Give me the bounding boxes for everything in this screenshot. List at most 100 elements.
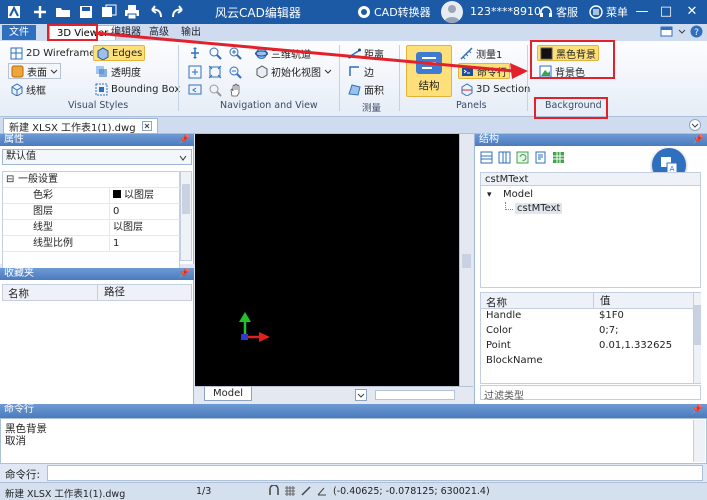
transparency-button[interactable]: 透明度 bbox=[93, 63, 143, 79]
command-input[interactable] bbox=[47, 465, 703, 481]
property-row[interactable]: 线型 以图层 bbox=[3, 220, 181, 236]
entity-prop-name: Point bbox=[486, 340, 511, 351]
menu-button[interactable]: 菜单 bbox=[589, 4, 628, 20]
filter-type-field[interactable]: 过滤类型 bbox=[480, 385, 701, 402]
surface-dropdown[interactable]: 表面 bbox=[8, 63, 61, 79]
selected-entity-field[interactable]: cstMText bbox=[480, 172, 701, 186]
maximize-icon[interactable]: □ bbox=[657, 3, 675, 21]
cad-converter-button[interactable]: CAD转换器 bbox=[357, 4, 431, 20]
collapse-icon[interactable]: ⊟ bbox=[6, 172, 14, 188]
viewport-vertical-scrollbar[interactable] bbox=[459, 134, 473, 386]
undo-icon[interactable] bbox=[148, 4, 164, 20]
document-tab[interactable]: 新建 XLSX 工作表1(1).dwg bbox=[3, 118, 158, 134]
refresh-icon[interactable] bbox=[516, 151, 529, 164]
entity-col-value[interactable]: 值 bbox=[593, 293, 611, 309]
pin-icon[interactable]: 📌 bbox=[179, 134, 190, 146]
chevron-down-icon[interactable] bbox=[689, 119, 701, 131]
grid-icon[interactable] bbox=[284, 485, 296, 497]
tab-output[interactable]: 输出 bbox=[174, 25, 208, 40]
tree-node-model[interactable]: Model bbox=[503, 189, 533, 200]
entity-col-name[interactable]: 名称 bbox=[486, 295, 507, 310]
previous-view-icon[interactable] bbox=[188, 83, 202, 97]
minimize-icon[interactable]: — bbox=[633, 3, 651, 21]
support-button[interactable]: 客服 bbox=[539, 4, 578, 20]
orbit-3d-button[interactable]: 三维轨道 bbox=[253, 45, 313, 61]
zoom-window-icon[interactable] bbox=[208, 46, 222, 60]
tab-advanced[interactable]: 高级 bbox=[142, 25, 176, 40]
table-row[interactable]: Point 0.01,1.332625 bbox=[481, 340, 695, 354]
command-history-scrollbar[interactable] bbox=[693, 420, 705, 462]
tab-file[interactable]: 文件 bbox=[2, 25, 36, 40]
property-value[interactable]: 1 bbox=[109, 236, 181, 252]
favorites-col-path[interactable]: 路径 bbox=[97, 285, 125, 300]
table-row[interactable]: Handle $1F0 bbox=[481, 310, 695, 324]
zoom-out-icon[interactable] bbox=[228, 65, 242, 79]
hand-icon[interactable] bbox=[228, 83, 242, 97]
edge-button[interactable]: 边 bbox=[346, 63, 376, 79]
favorites-col-name[interactable]: 名称 bbox=[8, 286, 29, 301]
bounding-box-button[interactable]: Bounding Box bbox=[93, 81, 182, 97]
list-view-icon[interactable] bbox=[480, 151, 493, 164]
chevron-down-icon[interactable] bbox=[678, 25, 686, 38]
snap-icon[interactable] bbox=[268, 485, 280, 497]
init-view-button[interactable]: 初始化视图 bbox=[253, 63, 334, 79]
pin-icon[interactable]: 📌 bbox=[692, 404, 703, 416]
structure-button[interactable]: 结构 bbox=[406, 45, 452, 97]
fit-view-icon[interactable] bbox=[188, 65, 202, 79]
close-icon[interactable] bbox=[141, 121, 152, 131]
command-line-button[interactable]: 命令行 bbox=[458, 63, 510, 79]
polar-icon[interactable] bbox=[316, 485, 328, 497]
table-row[interactable]: Color 0;7; bbox=[481, 325, 695, 339]
export-icon[interactable] bbox=[534, 151, 547, 164]
new-file-icon[interactable] bbox=[32, 4, 48, 20]
model-tab[interactable]: Model bbox=[204, 387, 253, 401]
document-tab-label: 新建 XLSX 工作表1(1).dwg bbox=[9, 122, 136, 134]
entity-properties-scrollbar[interactable] bbox=[693, 293, 701, 383]
property-row[interactable]: 色彩 以图层 bbox=[3, 188, 181, 204]
ortho-icon[interactable] bbox=[300, 485, 312, 497]
property-row[interactable]: 线型比例 1 bbox=[3, 236, 181, 252]
window-style-icon[interactable] bbox=[660, 25, 674, 38]
viewport-horizontal-scrollbar[interactable] bbox=[375, 390, 455, 400]
save-all-icon[interactable] bbox=[101, 4, 117, 20]
table-row[interactable]: BlockName bbox=[481, 355, 695, 369]
properties-scrollbar[interactable] bbox=[180, 171, 192, 261]
zoom-realtime-icon[interactable] bbox=[208, 83, 222, 97]
distance-button[interactable]: 距离 bbox=[346, 45, 386, 61]
help-icon[interactable]: ? bbox=[690, 25, 703, 38]
zoom-in-icon[interactable] bbox=[228, 46, 242, 60]
close-icon[interactable]: ✕ bbox=[683, 3, 701, 21]
property-value[interactable]: 以图层 bbox=[109, 220, 181, 236]
print-icon[interactable] bbox=[124, 4, 140, 20]
properties-selector[interactable]: 默认值 bbox=[2, 149, 192, 165]
tree-node-cstmtext[interactable]: cstMText bbox=[515, 203, 563, 214]
area-button[interactable]: 面积 bbox=[346, 81, 386, 97]
chevron-down-icon[interactable] bbox=[355, 389, 367, 401]
open-folder-icon[interactable] bbox=[55, 4, 71, 20]
property-row[interactable]: 图层 0 bbox=[3, 204, 181, 220]
measure1-button[interactable]: 测量1 bbox=[458, 45, 504, 61]
user-name[interactable]: 123****8910 bbox=[470, 5, 541, 18]
pin-icon[interactable]: 📌 bbox=[693, 134, 704, 146]
property-value[interactable]: 0 bbox=[109, 204, 181, 220]
wireframe-2d-button[interactable]: 2D Wireframe bbox=[8, 45, 97, 61]
section-3d-button[interactable]: 3D Section bbox=[458, 81, 532, 97]
edge-label: 边 bbox=[364, 67, 374, 79]
grid-export-icon[interactable] bbox=[552, 151, 565, 164]
columns-icon[interactable] bbox=[498, 151, 511, 164]
edges-icon bbox=[97, 46, 109, 60]
pin-icon[interactable]: 📌 bbox=[179, 268, 190, 280]
edges-button[interactable]: Edges bbox=[93, 45, 146, 61]
pan-icon[interactable] bbox=[188, 46, 202, 60]
expand-icon[interactable]: ▾ bbox=[487, 190, 492, 200]
property-value[interactable]: 以图层 bbox=[109, 188, 181, 204]
property-name: 线型比例 bbox=[33, 238, 73, 249]
property-group-row[interactable]: ⊟ 一般设置 bbox=[3, 172, 181, 188]
3d-viewport[interactable] bbox=[195, 134, 459, 386]
wireframe-button[interactable]: 线框 bbox=[8, 81, 48, 97]
save-icon[interactable] bbox=[78, 4, 94, 20]
avatar[interactable] bbox=[441, 1, 463, 23]
zoom-extents-icon[interactable] bbox=[208, 65, 222, 79]
command-line-title: 命令行 bbox=[4, 404, 34, 415]
redo-icon[interactable] bbox=[170, 4, 186, 20]
